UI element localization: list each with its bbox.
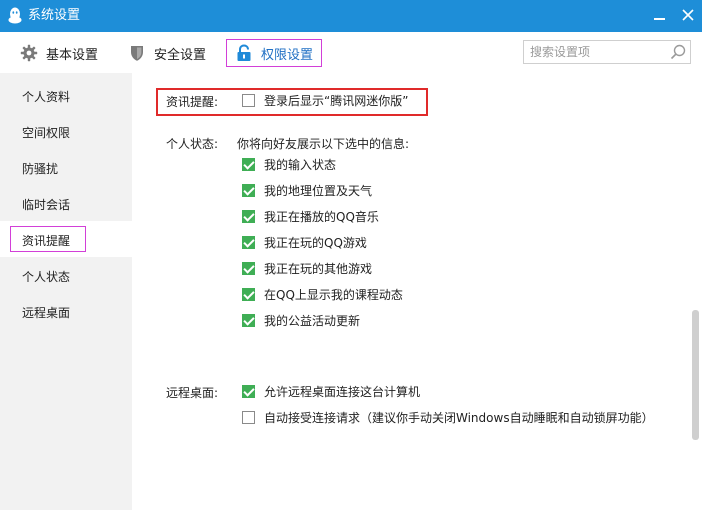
personal-status-intro: 你将向好友展示以下选中的信息: [237,137,410,151]
settings-search-box[interactable] [523,40,691,64]
sidebar-item-label: 资讯提醒 [22,234,71,248]
settings-sidebar: 个人资料 空间权限 防骚扰 临时会话 资讯提醒 个人状态 远程桌面 [0,73,132,510]
sidebar-item-remote-desktop[interactable]: 远程桌面 [0,293,132,329]
checkbox-label: 我正在玩的QQ游戏 [264,235,367,250]
sidebar-item-label: 空间权限 [22,126,71,140]
gear-icon [20,44,38,62]
window-title: 系统设置 [28,8,81,23]
sidebar-item-label: 防骚扰 [22,162,59,176]
status-option-charity[interactable]: 我的公益活动更新 [242,311,360,329]
sidebar-item-label: 临时会话 [22,198,71,212]
tab-label: 权限设置 [261,47,314,63]
qq-penguin-icon [8,7,22,24]
sidebar-item-space-permission[interactable]: 空间权限 [0,113,132,149]
checkbox-label: 在QQ上显示我的课程动态 [264,287,403,302]
lock-icon [237,44,251,61]
search-icon[interactable] [670,44,686,60]
search-input[interactable] [530,44,662,60]
sidebar-item-news-reminder[interactable]: 资讯提醒 [0,221,132,257]
sidebar-item-profile[interactable]: 个人资料 [0,77,132,113]
checkbox-unchecked[interactable] [242,93,255,107]
tab-security-settings[interactable]: 安全设置 [128,39,206,67]
remote-allow-checkbox[interactable]: 允许远程桌面连接这台计算机 [242,382,420,400]
checkbox-label: 我的地理位置及天气 [264,183,373,198]
remote-desktop-label: 远程桌面: [166,386,219,400]
status-option-course[interactable]: 在QQ上显示我的课程动态 [242,285,403,303]
sidebar-item-label: 个人资料 [22,90,71,104]
shield-icon [131,46,143,61]
close-icon [682,9,694,21]
checkbox-label: 登录后显示“腾讯网迷你版” [264,93,409,108]
checkbox-label: 我的公益活动更新 [264,313,361,328]
checkbox-label: 允许远程桌面连接这台计算机 [264,384,421,399]
tab-label: 安全设置 [154,47,207,63]
checkbox-label: 我正在播放的QQ音乐 [264,209,379,224]
title-bar: 系统设置 [0,0,702,32]
checkbox-label: 我正在玩的其他游戏 [264,261,373,276]
status-option-other-game[interactable]: 我正在玩的其他游戏 [242,259,372,277]
checkbox-checked[interactable] [242,183,255,197]
tab-label: 基本设置 [46,47,99,63]
personal-status-label: 个人状态: [166,137,219,151]
checkbox-checked[interactable] [242,261,255,275]
checkbox-checked[interactable] [242,287,255,301]
news-reminder-label: 资讯提醒: [166,95,219,109]
status-option-qq-music[interactable]: 我正在播放的QQ音乐 [242,207,379,225]
status-option-qq-game[interactable]: 我正在玩的QQ游戏 [242,233,367,251]
sidebar-item-anti-harassment[interactable]: 防骚扰 [0,149,132,185]
checkbox-label: 我的输入状态 [264,157,337,172]
checkbox-unchecked[interactable] [242,410,255,424]
content-scrollbar[interactable] [692,310,699,440]
sidebar-item-label: 远程桌面 [22,306,71,320]
sidebar-item-temp-session[interactable]: 临时会话 [0,185,132,221]
checkbox-checked[interactable] [242,235,255,249]
sidebar-item-label: 个人状态 [22,270,71,284]
status-option-typing[interactable]: 我的输入状态 [242,155,336,173]
settings-content: 资讯提醒: 登录后显示“腾讯网迷你版” 个人状态: 你将向好友展示以下选中的信息… [132,73,702,510]
checkbox-checked[interactable] [242,157,255,171]
checkbox-checked[interactable] [242,313,255,327]
minimize-button[interactable] [650,4,670,26]
remote-auto-accept-checkbox[interactable]: 自动接受连接请求（建议你手动关闭Windows自动睡眠和自动锁屏功能） [242,408,654,426]
checkbox-checked[interactable] [242,209,255,223]
show-mini-news-checkbox[interactable]: 登录后显示“腾讯网迷你版” [242,91,408,109]
close-button[interactable] [678,4,698,26]
checkbox-checked[interactable] [242,384,255,398]
sidebar-item-personal-status[interactable]: 个人状态 [0,257,132,293]
status-option-location[interactable]: 我的地理位置及天气 [242,181,372,199]
tab-basic-settings[interactable]: 基本设置 [20,39,98,67]
checkbox-label: 自动接受连接请求（建议你手动关闭Windows自动睡眠和自动锁屏功能） [264,410,654,425]
tab-permission-settings[interactable]: 权限设置 [226,39,323,67]
